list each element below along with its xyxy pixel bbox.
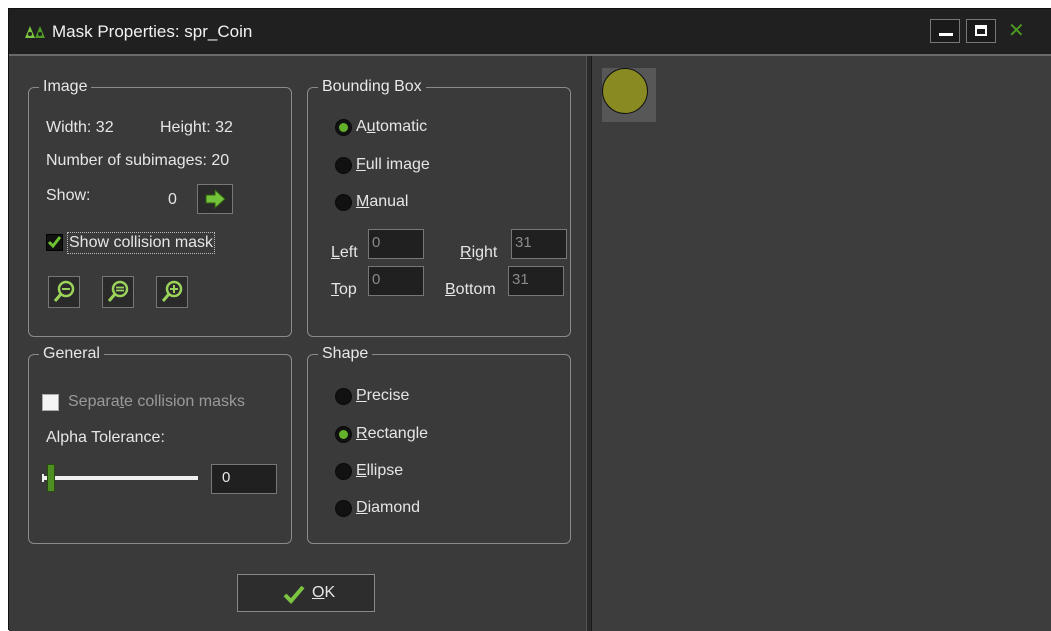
left-input[interactable]: 0 [368, 229, 424, 259]
bounding-box-group: Bounding Box Automatic Full image Manual… [307, 78, 571, 337]
minimize-icon [939, 33, 953, 36]
close-icon: ✕ [1008, 18, 1025, 42]
show-collision-mask-checkbox[interactable] [46, 234, 63, 251]
settings-pane: Image Width: 32 Height: 32 Number of sub… [9, 56, 586, 631]
sprite-preview-canvas[interactable] [592, 56, 1051, 631]
general-group-title: General [39, 345, 104, 363]
general-group: General Separate collision masks Alpha T… [28, 345, 292, 544]
manual-label[interactable]: Manual [356, 192, 408, 212]
image-group: Image Width: 32 Height: 32 Number of sub… [28, 78, 292, 337]
full-image-label[interactable]: Full image [356, 155, 430, 175]
image-width: Width: 32 [46, 119, 114, 136]
arrow-right-icon [205, 188, 226, 210]
precise-label[interactable]: Precise [356, 386, 409, 406]
subimage-count: Number of subimages: 20 [46, 152, 230, 169]
ellipse-label[interactable]: Ellipse [356, 461, 403, 481]
zoom-in-button[interactable] [156, 276, 188, 308]
show-label: Show: [46, 187, 91, 204]
next-subimage-button[interactable] [197, 184, 233, 214]
ellipse-radio[interactable] [335, 463, 352, 480]
mask-properties-window: Mask Properties: spr_Coin ✕ Image Width:… [8, 8, 1051, 631]
slider-tick [42, 474, 44, 482]
top-label: Top [331, 281, 357, 298]
right-label: Right [460, 244, 498, 261]
bottom-label: Bottom [445, 281, 496, 298]
separate-collision-masks-checkbox[interactable] [42, 394, 59, 411]
show-collision-mask-label[interactable]: Show collision mask [67, 232, 216, 254]
manual-radio[interactable] [335, 194, 352, 211]
rectangle-label[interactable]: Rectangle [356, 424, 428, 444]
rectangle-radio[interactable] [335, 426, 352, 443]
right-input[interactable]: 31 [511, 229, 567, 259]
zoom-out-button[interactable] [48, 276, 80, 308]
slider-track [42, 476, 198, 480]
automatic-radio[interactable] [335, 119, 352, 136]
bounding-box-group-title: Bounding Box [318, 78, 426, 96]
image-height: Height: 32 [160, 119, 233, 136]
full-image-radio[interactable] [335, 157, 352, 174]
automatic-label[interactable]: Automatic [356, 117, 427, 137]
alpha-tolerance-input[interactable]: 0 [211, 464, 277, 494]
show-subimage-value: 0 [168, 191, 177, 208]
coin-sprite [602, 68, 648, 114]
top-input[interactable]: 0 [368, 266, 424, 296]
ok-label: OK [312, 584, 336, 601]
precise-radio[interactable] [335, 388, 352, 405]
maximize-icon [975, 25, 987, 36]
close-button[interactable]: ✕ [1002, 18, 1032, 43]
window-title: Mask Properties: spr_Coin [52, 22, 253, 41]
zoom-reset-icon [107, 280, 129, 302]
zoom-in-icon [161, 280, 183, 302]
left-label: Left [331, 244, 358, 261]
checkmark-icon [283, 585, 305, 604]
shape-group-title: Shape [318, 345, 373, 363]
bottom-input[interactable]: 31 [508, 266, 564, 296]
minimize-button[interactable] [930, 19, 960, 43]
diamond-label[interactable]: Diamond [356, 498, 420, 518]
shape-group: Shape Precise Rectangle Ellipse Diamond [307, 345, 571, 544]
gamemaker-logo-icon [25, 26, 45, 38]
title-bar[interactable]: Mask Properties: spr_Coin ✕ [9, 9, 1051, 56]
alpha-tolerance-slider[interactable] [42, 463, 202, 493]
maximize-button[interactable] [966, 19, 996, 43]
image-group-title: Image [39, 78, 92, 96]
zoom-reset-button[interactable] [102, 276, 134, 308]
diamond-radio[interactable] [335, 500, 352, 517]
separate-collision-masks-label[interactable]: Separate collision masks [68, 392, 245, 412]
checkmark-icon [46, 234, 63, 251]
ok-button[interactable]: OK [237, 574, 375, 612]
slider-thumb[interactable] [47, 464, 55, 492]
alpha-tolerance-label: Alpha Tolerance: [46, 429, 165, 446]
zoom-out-icon [53, 280, 75, 302]
